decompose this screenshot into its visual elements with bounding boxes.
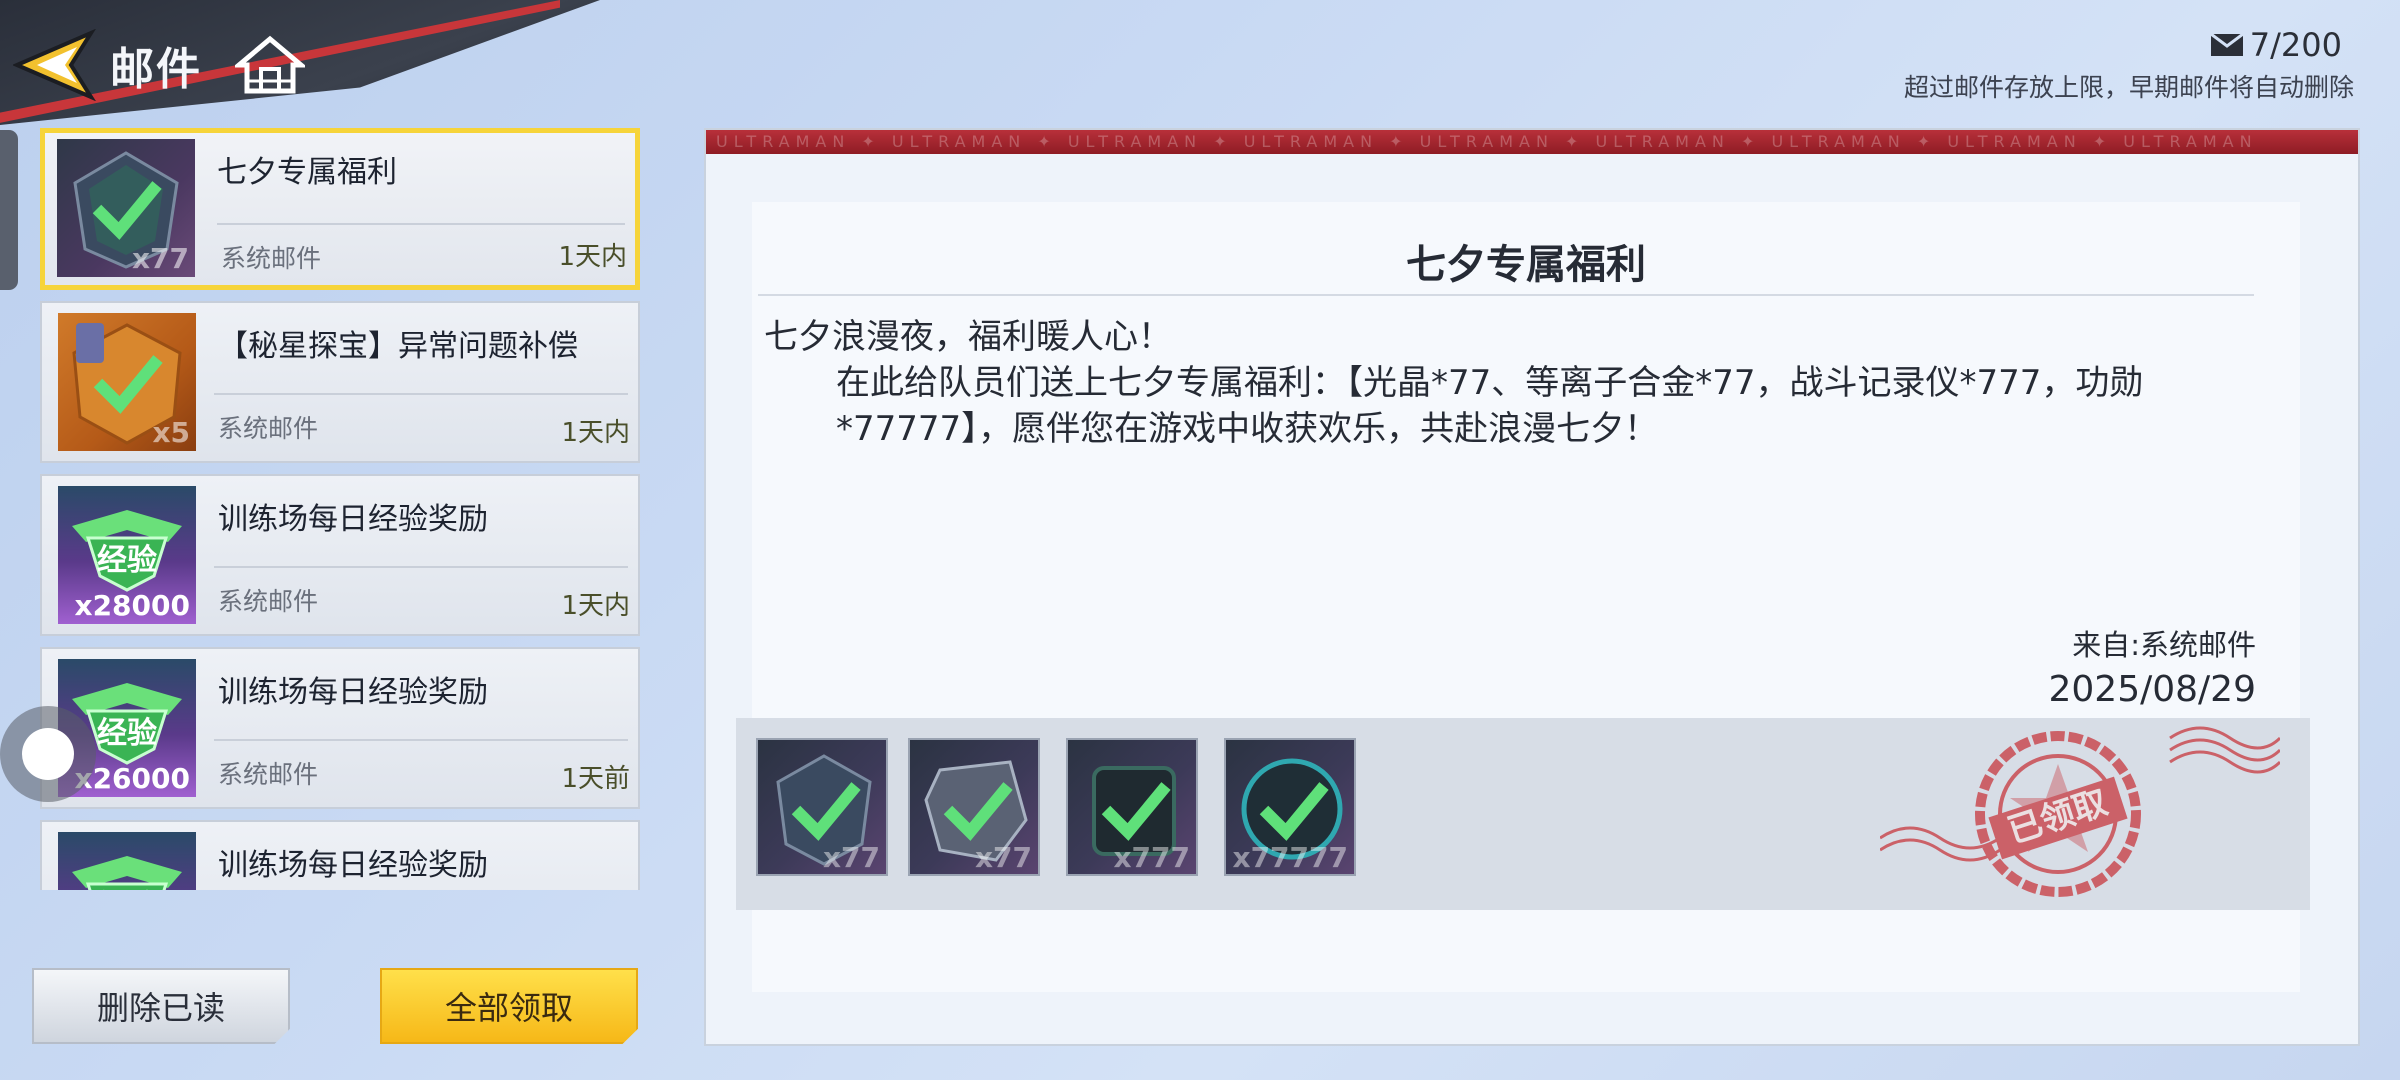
- mail-item[interactable]: 经验 x26000 训练场每日经验奖励 系统邮件 1天前: [40, 647, 640, 809]
- mail-item-thumbnail: 经验 x28000: [58, 486, 196, 624]
- mail-item-subject: 七夕专属福利: [217, 155, 397, 190]
- mail-item-subject: 训练场每日经验奖励: [218, 675, 488, 710]
- mail-item-thumbnail: x77: [57, 139, 195, 277]
- claim-all-button[interactable]: 全部领取: [380, 968, 638, 1044]
- exp-badge-icon: 经验: [72, 856, 182, 890]
- attachment-item[interactable]: x77777: [1224, 738, 1356, 876]
- home-icon: [235, 35, 305, 94]
- delete-read-button[interactable]: 删除已读: [32, 968, 290, 1044]
- exp-badge-label: 经验: [97, 543, 157, 578]
- mail-item-quantity: x28000: [74, 589, 190, 622]
- mail-detail-line: 七夕浪漫夜，福利暖人心！: [764, 317, 1172, 357]
- claimed-stamp: 已领取: [1880, 726, 2280, 897]
- mail-item[interactable]: 经验 x28000 训练场每日经验奖励 系统邮件 1天内: [40, 474, 640, 636]
- attachment-quantity: x777: [1113, 841, 1190, 874]
- hourglass-icon: [76, 323, 104, 363]
- mail-item-sender: 系统邮件: [218, 587, 319, 616]
- attachment-item[interactable]: x777: [1066, 738, 1198, 876]
- mail-list[interactable]: x77 七夕专属福利 系统邮件 1天内 x5 【秘星探宝】异常问题补偿 系统邮件…: [40, 128, 640, 890]
- side-drawer-handle[interactable]: [0, 130, 18, 290]
- mail-item-subject: 【秘星探宝】异常问题补偿: [218, 329, 578, 364]
- attachment-item[interactable]: x77: [756, 738, 888, 876]
- mail-item-subject: 训练场每日经验奖励: [218, 848, 488, 883]
- mail-item[interactable]: x5 【秘星探宝】异常问题补偿 系统邮件 1天内: [40, 301, 640, 463]
- mail-item-quantity: x5: [152, 416, 190, 449]
- divider: [217, 223, 625, 225]
- assist-dot-icon: [22, 728, 74, 780]
- decorative-band: ULTRAMAN ✦ ULTRAMAN ✦ ULTRAMAN ✦ ULTRAMA…: [706, 130, 2358, 154]
- attachment-quantity: x77: [822, 841, 880, 874]
- page-title: 邮件: [110, 44, 202, 95]
- mail-detail-title: 七夕专属福利: [1406, 242, 1646, 288]
- mail-count: 7/200: [2209, 26, 2342, 64]
- mail-item[interactable]: x77 七夕专属福利 系统邮件 1天内: [40, 128, 640, 290]
- header: 邮件: [10, 20, 310, 110]
- mail-item[interactable]: 经验 训练场每日经验奖励: [40, 820, 640, 890]
- back-arrow-icon: [13, 29, 96, 101]
- mail-detail-line: 在此给队员们送上七夕专属福利：【光晶*77、等离子合金*77，战斗记录仪*777…: [836, 363, 2144, 449]
- mail-item-time: 1天内: [561, 418, 630, 448]
- attachment-quantity: x77777: [1232, 841, 1348, 874]
- mail-item-subject: 训练场每日经验奖励: [218, 502, 488, 537]
- mail-item-sender: 系统邮件: [221, 244, 322, 273]
- mail-item-thumbnail: 经验: [58, 832, 196, 890]
- mail-item-time: 1天内: [558, 242, 627, 272]
- attachment-item[interactable]: x77: [908, 738, 1040, 876]
- back-button[interactable]: [10, 25, 100, 105]
- mail-item-thumbnail: x5: [58, 313, 196, 451]
- exp-badge-label: 经验: [97, 889, 157, 890]
- attachment-quantity: x77: [974, 841, 1032, 874]
- divider: [214, 566, 628, 568]
- exp-badge-label: 经验: [97, 716, 157, 751]
- mail-detail-panel: ULTRAMAN ✦ ULTRAMAN ✦ ULTRAMAN ✦ ULTRAMA…: [704, 128, 2360, 1046]
- envelope-icon: [2209, 33, 2244, 56]
- divider: [214, 739, 628, 741]
- mail-count-value: 7/200: [2249, 26, 2342, 64]
- home-button[interactable]: [230, 30, 310, 100]
- mailbox-limit-hint: 超过邮件存放上限，早期邮件将自动删除: [1903, 73, 2354, 102]
- mail-item-time: 1天前: [561, 764, 630, 794]
- divider: [758, 294, 2254, 296]
- attachments-area: x77 x77 x777 x77777 已领取: [736, 718, 2310, 910]
- mail-detail-date: 2025/08/29: [2048, 669, 2257, 710]
- mail-item-quantity: x77: [131, 242, 189, 275]
- divider: [214, 393, 628, 395]
- mail-item-sender: 系统邮件: [218, 414, 319, 443]
- mail-detail-content: 七夕浪漫夜，福利暖人心！ 在此给队员们送上七夕专属福利：【光晶*77、等离子合金…: [764, 314, 2234, 452]
- mail-detail-sender: 来自:系统邮件: [2072, 628, 2256, 662]
- mail-item-sender: 系统邮件: [218, 760, 319, 789]
- mail-item-time: 1天内: [561, 591, 630, 621]
- floating-assist-button[interactable]: [0, 706, 96, 802]
